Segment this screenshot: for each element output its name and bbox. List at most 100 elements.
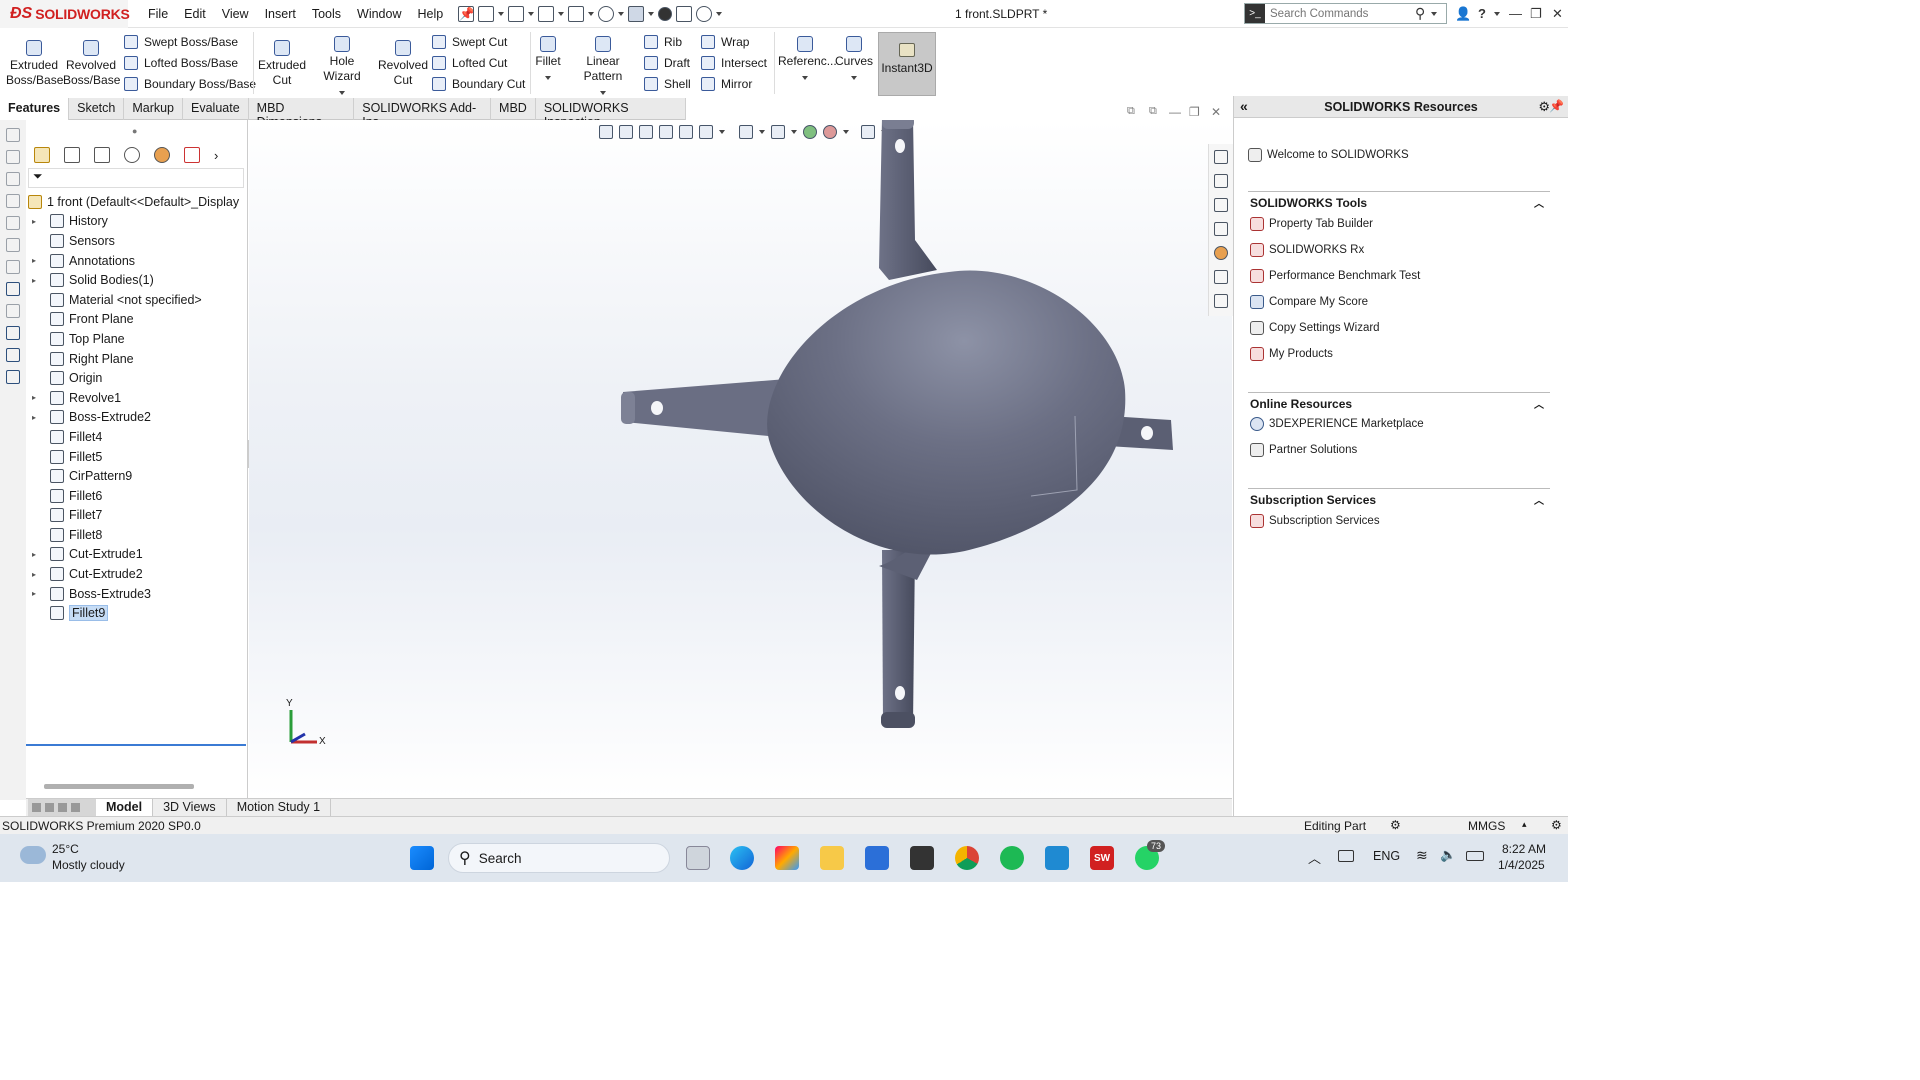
menu-tools[interactable]: Tools bbox=[304, 7, 349, 21]
tab-sketch[interactable]: Sketch bbox=[69, 98, 125, 120]
status-help-icon[interactable]: ⚙ bbox=[1551, 818, 1562, 832]
battery-icon[interactable] bbox=[1466, 851, 1484, 861]
chevron-up-icon[interactable]: ︿ bbox=[1534, 492, 1544, 507]
last-tab-icon[interactable] bbox=[71, 803, 80, 812]
tool-property-tab-builder[interactable]: Property Tab Builder bbox=[1250, 217, 1373, 231]
strip-tool-7-icon[interactable] bbox=[6, 260, 20, 274]
edge-browser-icon[interactable] bbox=[730, 846, 754, 870]
solidworks-logo[interactable]: ƉS SOLIDWORKS bbox=[0, 0, 130, 28]
expand-arrow-icon[interactable]: ▸ bbox=[32, 276, 42, 285]
tree-item[interactable]: CirPattern9 bbox=[26, 466, 248, 486]
rebuild-status-icon[interactable]: ⚙ bbox=[1390, 818, 1401, 832]
tree-item[interactable]: Right Plane bbox=[26, 349, 248, 369]
wrap-button[interactable]: Wrap bbox=[701, 32, 749, 52]
calendar-app-icon[interactable] bbox=[910, 846, 934, 870]
tree-item[interactable]: ▸ History bbox=[26, 212, 248, 232]
tree-item[interactable]: Front Plane bbox=[26, 310, 248, 330]
intersect-button[interactable]: Intersect bbox=[701, 53, 767, 73]
solidworks-taskbar-icon[interactable]: SW bbox=[1090, 846, 1114, 870]
tree-item[interactable]: Top Plane bbox=[26, 329, 248, 349]
tree-item[interactable]: ▸ Cut-Extrude1 bbox=[26, 545, 248, 565]
revolved-cut-button[interactable]: Revolved Cut bbox=[376, 32, 430, 88]
reference-dropdown-icon[interactable] bbox=[802, 76, 808, 80]
tab-add-ins[interactable]: SOLIDWORKS Add-Ins bbox=[354, 98, 492, 129]
undo-icon[interactable] bbox=[598, 6, 614, 22]
tab-mbd[interactable]: MBD bbox=[491, 98, 536, 120]
first-tab-icon[interactable] bbox=[32, 803, 41, 812]
new-document-icon[interactable] bbox=[478, 6, 494, 22]
viewport-minimize-icon[interactable]: — bbox=[1169, 105, 1181, 119]
tree-item[interactable]: ▸ Cut-Extrude2 bbox=[26, 564, 248, 584]
strip-tool-1-icon[interactable] bbox=[6, 128, 20, 142]
feature-tree-tab-icon[interactable] bbox=[34, 147, 50, 163]
part-model[interactable] bbox=[249, 120, 1232, 798]
panel-grip-icon[interactable]: ● bbox=[132, 126, 137, 136]
search-commands-box[interactable]: >_ ⚲ bbox=[1244, 3, 1447, 24]
dimxpert-tab-icon[interactable] bbox=[124, 147, 140, 163]
user-icon[interactable]: 👤 bbox=[1455, 6, 1471, 22]
configuration-manager-tab-icon[interactable] bbox=[94, 147, 110, 163]
file-properties-icon[interactable] bbox=[676, 6, 692, 22]
open-dropdown-icon[interactable] bbox=[528, 12, 534, 16]
chevron-right-icon[interactable]: › bbox=[214, 148, 218, 163]
view-palette-icon[interactable] bbox=[1214, 222, 1228, 236]
strip-tool-4-icon[interactable] bbox=[6, 194, 20, 208]
viewport-restore-icon[interactable]: ❐ bbox=[1189, 105, 1200, 119]
curves-button[interactable]: Curves bbox=[834, 32, 874, 84]
design-library-icon[interactable] bbox=[1214, 174, 1228, 188]
revolved-boss-button[interactable]: Revolved Boss/Base bbox=[63, 32, 120, 88]
options-dropdown-icon[interactable] bbox=[716, 12, 722, 16]
task-view-icon[interactable] bbox=[686, 846, 710, 870]
display-icon[interactable] bbox=[1338, 850, 1354, 862]
chevron-up-icon[interactable]: ︿ bbox=[1534, 396, 1544, 411]
menu-view[interactable]: View bbox=[214, 7, 257, 21]
swept-boss-button[interactable]: Swept Boss/Base bbox=[124, 32, 238, 52]
curves-dropdown-icon[interactable] bbox=[851, 76, 857, 80]
taskbar-search-box[interactable]: ⚲ Search bbox=[448, 843, 670, 873]
menu-file[interactable]: File bbox=[140, 7, 176, 21]
copilot-icon[interactable] bbox=[775, 846, 799, 870]
custom-properties-icon[interactable] bbox=[1214, 270, 1228, 284]
strip-tool-10-icon[interactable] bbox=[6, 326, 20, 340]
collapse-pane-icon[interactable]: « bbox=[1240, 98, 1248, 114]
file-explorer-icon[interactable] bbox=[820, 846, 844, 870]
appearances-icon[interactable] bbox=[1214, 246, 1228, 260]
strip-tool-11-icon[interactable] bbox=[6, 348, 20, 362]
welcome-link[interactable]: Welcome to SOLIDWORKS bbox=[1248, 148, 1409, 162]
strip-tool-2-icon[interactable] bbox=[6, 150, 20, 164]
tree-item[interactable]: Sensors bbox=[26, 231, 248, 251]
prev-tab-icon[interactable] bbox=[45, 803, 54, 812]
vscode-icon[interactable] bbox=[1045, 846, 1069, 870]
undo-dropdown-icon[interactable] bbox=[618, 12, 624, 16]
expand-arrow-icon[interactable]: ▸ bbox=[32, 570, 42, 579]
tab-3d-views[interactable]: 3D Views bbox=[153, 799, 227, 816]
property-manager-tab-icon[interactable] bbox=[64, 147, 80, 163]
help-dropdown-icon[interactable] bbox=[1494, 12, 1500, 16]
save-icon[interactable] bbox=[538, 6, 554, 22]
draft-button[interactable]: Draft bbox=[644, 53, 690, 73]
shell-button[interactable]: Shell bbox=[644, 74, 691, 94]
menu-help[interactable]: Help bbox=[410, 7, 452, 21]
rib-button[interactable]: Rib bbox=[644, 32, 682, 52]
expand-arrow-icon[interactable]: ▸ bbox=[32, 393, 42, 402]
online-partner-solutions[interactable]: Partner Solutions bbox=[1250, 443, 1357, 457]
strip-tool-9-icon[interactable] bbox=[6, 304, 20, 318]
menu-edit[interactable]: Edit bbox=[176, 7, 214, 21]
tools-section-header[interactable]: SOLIDWORKS Tools ︿ bbox=[1248, 191, 1550, 211]
weather-cloud-icon[interactable] bbox=[20, 846, 46, 864]
chevron-up-icon[interactable]: ︿ bbox=[1308, 848, 1321, 867]
expand-arrow-icon[interactable]: ▸ bbox=[32, 589, 42, 598]
minimize-window-icon[interactable]: — bbox=[1509, 6, 1522, 21]
instant3d-button[interactable]: Instant3D bbox=[878, 32, 936, 96]
linear-pattern-button[interactable]: Linear Pattern bbox=[566, 32, 640, 99]
fillet-dropdown-icon[interactable] bbox=[545, 76, 551, 80]
viewport-close-icon[interactable]: ✕ bbox=[1211, 105, 1221, 119]
wifi-icon[interactable]: ≋ bbox=[1416, 847, 1428, 864]
save-dropdown-icon[interactable] bbox=[558, 12, 564, 16]
tree-item[interactable]: Fillet6 bbox=[26, 486, 248, 506]
tab-features[interactable]: Features bbox=[0, 98, 70, 120]
tool-copy-settings[interactable]: Copy Settings Wizard bbox=[1250, 321, 1380, 335]
search-dropdown-icon[interactable] bbox=[1431, 11, 1438, 16]
strip-tool-8-icon[interactable] bbox=[6, 282, 20, 296]
tab-markup[interactable]: Markup bbox=[124, 98, 184, 120]
